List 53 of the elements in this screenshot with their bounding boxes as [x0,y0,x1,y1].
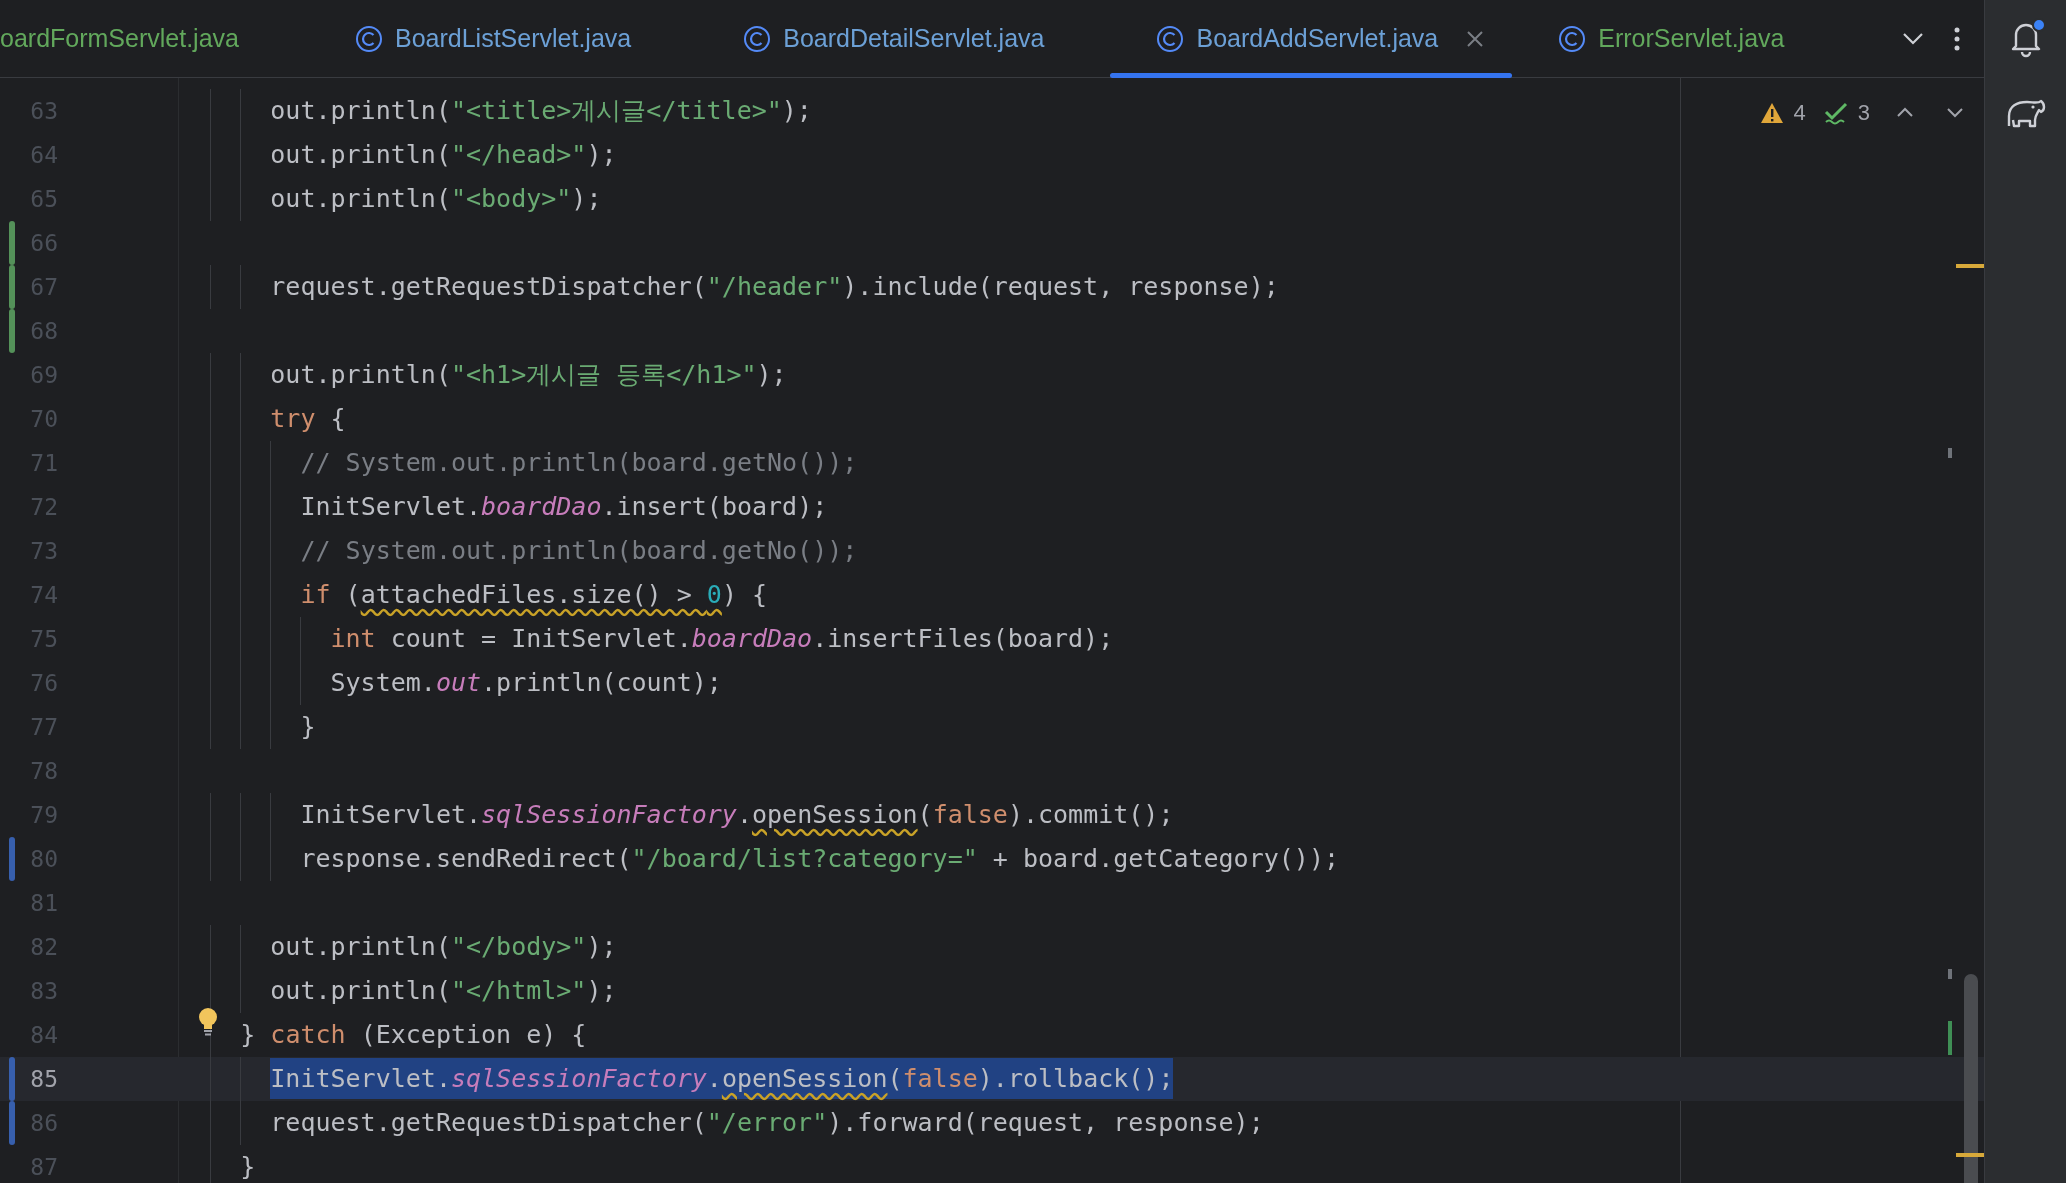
scroll-mark [1948,448,1952,458]
chevron-down-icon[interactable] [1946,107,1964,118]
code-line: InitServlet.boardDao.insert(board); [300,491,828,523]
chevron-up-icon[interactable] [1896,107,1914,118]
change-marker[interactable] [9,221,15,265]
editor-tab[interactable]: BoardDetailServlet.java [697,0,1111,77]
scroll-mark [1956,1153,1984,1157]
code-line: response.sendRedirect("/board/list?category=" + board.getCategory()); [300,843,1339,875]
scroll-mark [1948,969,1952,979]
warning-icon [1759,101,1784,124]
code-line: } [300,711,316,743]
code-line: InitServlet.sqlSessionFactory.openSession(false).commit(); [300,799,1174,831]
code-line: } [240,1151,256,1183]
weak-warning-count: 3 [1857,99,1870,127]
code-line: request.getRequestDispatcher("/error").forward(request, response); [270,1107,1264,1139]
code-line: out.println("<h1>게시글 등록</h1>"); [270,359,787,391]
class-icon [1156,24,1185,53]
code-line: // System.out.println(board.getNo()); [300,447,858,479]
code-line: if (attachedFiles.size() > 0) { [300,579,768,611]
editor-tab[interactable]: oardFormServlet.java [0,0,309,77]
code-line: out.println("<title>게시글</title>"); [270,95,812,127]
more-options-icon[interactable] [1954,26,1960,51]
code-line: request.getRequestDispatcher("/header").include(request, response); [270,271,1279,303]
change-marker[interactable] [9,265,15,309]
change-marker[interactable] [9,309,15,353]
editor-tab[interactable]: BoardAddServlet.java [1110,0,1513,77]
scrollbar-thumb[interactable] [1964,974,1978,1183]
check-icon [1823,100,1848,125]
change-marker[interactable] [9,1057,15,1101]
class-icon [355,24,383,53]
editor-tab[interactable]: BoardListServlet.java [309,0,698,77]
code-line: try { [270,403,346,435]
code-line: } catch (Exception e) { [240,1019,587,1051]
scroll-mark [1948,1021,1952,1055]
change-marker[interactable] [9,1101,15,1145]
code-line: out.println("</body>"); [270,931,617,963]
editor-tab[interactable]: ErrorServlet.java [1512,0,1851,77]
code-line: // System.out.println(board.getNo()); [300,535,858,567]
change-marker[interactable] [9,837,15,881]
close-icon[interactable] [1466,29,1485,48]
code-line: System.out.println(count); [330,667,722,699]
code-line: out.println("</html>"); [270,975,617,1007]
code-line: out.println("</head>"); [270,139,617,171]
warning-count: 4 [1793,99,1806,127]
scroll-mark [1956,264,1984,268]
line-number: 85 [29,1064,58,1094]
inspection-widget[interactable]: 4 3 [1753,92,1970,133]
class-icon [743,24,772,53]
chevron-down-icon[interactable] [1902,31,1924,46]
lightbulb-icon[interactable] [197,1007,219,1037]
code-line: out.println("<body>"); [270,183,602,215]
code-line: int count = InitServlet.boardDao.insertFiles(board); [330,623,1114,655]
class-icon [1558,24,1587,53]
